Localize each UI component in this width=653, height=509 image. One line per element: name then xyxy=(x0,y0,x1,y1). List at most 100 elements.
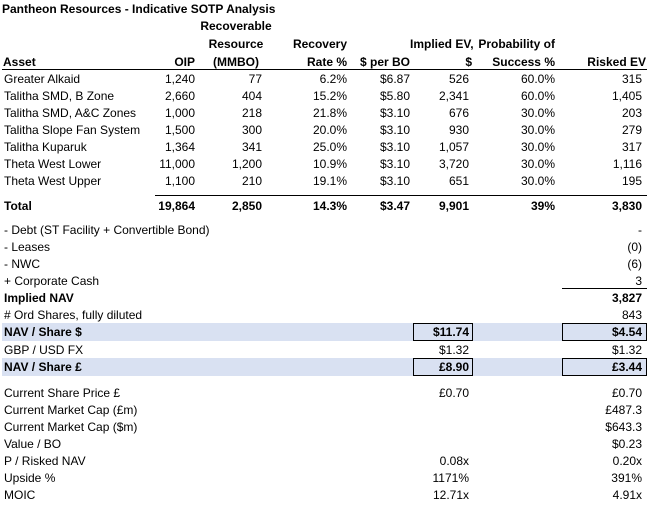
asset-resource: 300 xyxy=(241,123,262,137)
metric-risked: $643.3 xyxy=(605,420,642,434)
metric-label: Current Market Cap (£m) xyxy=(4,403,138,417)
nav-rule xyxy=(562,288,647,289)
total-resource: 2,850 xyxy=(231,199,262,213)
asset-pos: 30.0% xyxy=(520,106,555,120)
nav-share-gbp-risked: £3.44 xyxy=(611,360,642,374)
asset-risked-ev: 279 xyxy=(621,123,642,137)
asset-risked-ev: 1,405 xyxy=(611,89,642,103)
total-oip: 19,864 xyxy=(158,199,195,213)
metric-label: P / Risked NAV xyxy=(4,454,86,468)
asset-per-bo: $3.10 xyxy=(379,174,410,188)
adjustment-label: - Leases xyxy=(4,240,51,254)
asset-recovery-rate: 25.0% xyxy=(312,140,347,154)
metric-ev: 12.71x xyxy=(432,488,469,502)
asset-name: Greater Alkaid xyxy=(4,72,81,86)
asset-risked-ev: 315 xyxy=(621,72,642,86)
asset-oip: 1,364 xyxy=(164,140,195,154)
asset-per-bo: $3.10 xyxy=(379,106,410,120)
asset-resource: 404 xyxy=(241,89,262,103)
asset-pos: 60.0% xyxy=(520,89,555,103)
asset-risked-ev: 195 xyxy=(621,174,642,188)
asset-implied-ev: 3,720 xyxy=(438,157,469,171)
header-implied-ev-2: $ xyxy=(465,55,472,69)
asset-pos: 30.0% xyxy=(520,157,555,171)
nav-share-usd-band xyxy=(2,323,647,341)
asset-recovery-rate: 15.2% xyxy=(312,89,347,103)
asset-recovery-rate: 6.2% xyxy=(319,72,347,86)
asset-resource: 1,200 xyxy=(231,157,262,171)
nav-share-usd-label: NAV / Share $ xyxy=(4,325,82,339)
header-pos-2: Success % xyxy=(492,55,555,69)
header-recoverable-2: Resource xyxy=(208,37,264,51)
asset-per-bo: $3.10 xyxy=(379,140,410,154)
total-per-bo: $3.47 xyxy=(379,199,410,213)
nav-share-usd-risked: $4.54 xyxy=(611,325,642,339)
adjustment-label: - NWC xyxy=(4,257,40,271)
total-pos: 39% xyxy=(530,199,555,213)
nav-share-gbp-band xyxy=(2,358,647,376)
asset-oip: 2,660 xyxy=(164,89,195,103)
metric-label: MOIC xyxy=(4,488,36,502)
header-recovery-1: Recovery xyxy=(292,37,347,51)
header-oip: OIP xyxy=(174,55,195,69)
asset-oip: 1,100 xyxy=(164,174,195,188)
header-recoverable-1: Recoverable xyxy=(200,19,272,33)
asset-pos: 30.0% xyxy=(520,140,555,154)
asset-oip: 1,000 xyxy=(164,106,195,120)
asset-recovery-rate: 19.1% xyxy=(312,174,347,188)
asset-recovery-rate: 20.0% xyxy=(312,123,347,137)
asset-per-bo: $5.80 xyxy=(379,89,410,103)
fx-ev: $1.32 xyxy=(438,343,469,357)
asset-name: Talitha SMD, B Zone xyxy=(4,89,115,103)
adjustment-label: + Corporate Cash xyxy=(4,274,100,288)
metric-risked: £487.3 xyxy=(605,403,642,417)
metric-ev: 0.08x xyxy=(439,454,469,468)
asset-implied-ev: 930 xyxy=(448,123,469,137)
ord-shares-value: 843 xyxy=(621,308,642,322)
asset-resource: 341 xyxy=(241,140,262,154)
page-title: Pantheon Resources - Indicative SOTP Ana… xyxy=(2,2,276,16)
asset-resource: 218 xyxy=(241,106,262,120)
asset-risked-ev: 203 xyxy=(621,106,642,120)
header-implied-ev-1: Implied EV, xyxy=(410,37,474,51)
header-asset: Asset xyxy=(3,55,36,69)
asset-name: Theta West Upper xyxy=(4,174,102,188)
total-label: Total xyxy=(4,199,32,213)
asset-pos: 30.0% xyxy=(520,174,555,188)
asset-per-bo: $3.10 xyxy=(379,123,410,137)
header-per-bo: $ per BO xyxy=(359,55,410,69)
adjustment-value: 3 xyxy=(635,274,642,288)
asset-recovery-rate: 21.8% xyxy=(312,106,347,120)
implied-nav-value: 3,827 xyxy=(611,291,642,305)
asset-implied-ev: 526 xyxy=(448,72,469,86)
metric-ev: £0.70 xyxy=(438,386,469,400)
nav-share-usd-ev: $11.74 xyxy=(432,325,469,339)
asset-resource: 77 xyxy=(248,72,262,86)
total-rule xyxy=(155,195,647,196)
metric-risked: 391% xyxy=(611,471,642,485)
asset-name: Theta West Lower xyxy=(4,157,102,171)
asset-name: Talitha Kuparuk xyxy=(4,140,87,154)
asset-oip: 1,500 xyxy=(164,123,195,137)
asset-oip: 1,240 xyxy=(164,72,195,86)
metric-risked: 4.91x xyxy=(612,488,642,502)
metric-label: Upside % xyxy=(4,471,56,485)
asset-pos: 60.0% xyxy=(520,72,555,86)
header-pos-1: Probability of xyxy=(478,37,555,51)
asset-implied-ev: 1,057 xyxy=(438,140,469,154)
asset-implied-ev: 651 xyxy=(448,174,469,188)
header-rule xyxy=(2,69,647,70)
adjustment-value: (0) xyxy=(627,240,642,254)
asset-per-bo: $3.10 xyxy=(379,157,410,171)
metric-label: Value / BO xyxy=(4,437,62,451)
header-recovery-2: Rate % xyxy=(306,55,347,69)
metric-risked: $0.23 xyxy=(611,437,642,451)
asset-name: Talitha SMD, A&C Zones xyxy=(4,106,137,120)
metric-label: Current Market Cap ($m) xyxy=(4,420,138,434)
asset-implied-ev: 676 xyxy=(448,106,469,120)
adjustment-value: - xyxy=(638,223,642,237)
metric-risked: 0.20x xyxy=(612,454,642,468)
asset-risked-ev: 1,116 xyxy=(612,157,642,171)
asset-risked-ev: 317 xyxy=(621,140,642,154)
asset-oip: 11,000 xyxy=(159,157,195,171)
